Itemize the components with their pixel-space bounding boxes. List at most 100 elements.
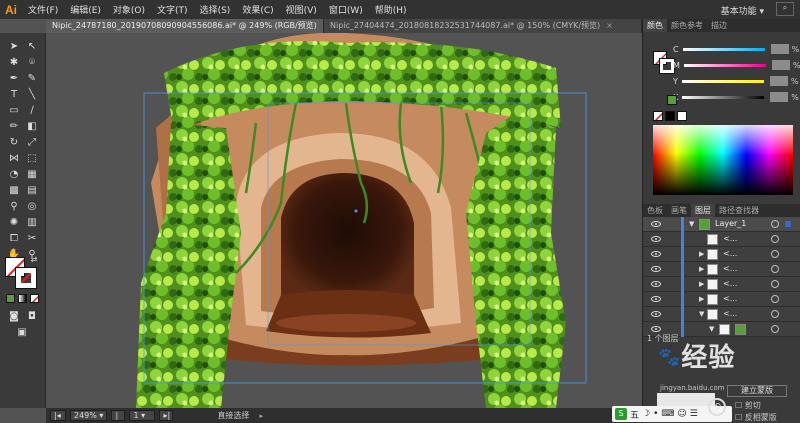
workspace-switcher[interactable]: 基本功能 ▾ <box>715 3 770 18</box>
selection-indicator[interactable] <box>785 221 791 227</box>
page-select[interactable]: 1 ▾ <box>129 410 156 421</box>
lasso-icon[interactable]: ⌾ <box>24 55 40 69</box>
sublayer-row[interactable]: ▶ <... <box>643 247 800 262</box>
target-circle-icon[interactable] <box>771 265 779 273</box>
tab-brushes[interactable]: 画笔 <box>667 204 691 217</box>
ime-mode-label[interactable]: 五 <box>630 408 639 421</box>
tab-swatches[interactable]: 色板 <box>643 204 667 217</box>
visibility-eye-icon[interactable] <box>651 221 661 227</box>
doc-tab-1[interactable]: Nipic_24787180_20190708090904556086.ai* … <box>46 19 324 33</box>
curvature-tool-icon[interactable]: ✎ <box>24 71 40 85</box>
expand-arrow-icon[interactable]: ▼ <box>699 310 704 318</box>
punctuation-icon[interactable]: • <box>653 409 658 419</box>
menu-view[interactable]: 视图(V) <box>280 3 323 16</box>
menu-window[interactable]: 窗口(W) <box>323 3 369 16</box>
history-icon[interactable]: ⟲ <box>708 398 726 416</box>
screen-mode-icon[interactable]: ▣ <box>14 325 30 339</box>
sublayer-name[interactable]: <... <box>723 264 737 273</box>
paintbrush-icon[interactable]: ∕ <box>24 103 40 117</box>
visibility-eye-icon[interactable] <box>651 296 661 302</box>
line-tool-icon[interactable]: ╲ <box>24 87 40 101</box>
visibility-eye-icon[interactable] <box>651 311 661 317</box>
layer-row[interactable]: ▼ Layer_1 <box>643 217 800 232</box>
tab-color[interactable]: 颜色 <box>643 19 667 32</box>
sublayer-name[interactable]: <... <box>723 279 737 288</box>
cyan-slider[interactable]: C % <box>673 43 799 55</box>
none-mode-button[interactable] <box>30 294 39 303</box>
swap-fill-stroke-icon[interactable]: ⇄ <box>26 252 42 266</box>
menu-edit[interactable]: 编辑(E) <box>64 3 107 16</box>
moon-icon[interactable]: ☽ <box>642 409 650 419</box>
sublayer-name[interactable]: <... <box>723 309 737 318</box>
next-page-icon[interactable]: ▸| <box>159 410 174 421</box>
menu-type[interactable]: 文字(T) <box>151 3 194 16</box>
visibility-eye-icon[interactable] <box>651 236 661 242</box>
stroke-swatch[interactable] <box>15 267 37 289</box>
sublayer-row[interactable]: ▶ <... <box>643 277 800 292</box>
width-tool-icon[interactable]: ⋈ <box>6 151 22 165</box>
sublayer-row[interactable]: ▼ <... <box>643 307 800 322</box>
rectangle-tool-icon[interactable]: ▭ <box>6 103 22 117</box>
invert-mask-checkbox[interactable]: ☐ 反相蒙版 <box>735 412 777 423</box>
layer-name[interactable]: Layer_1 <box>715 219 746 228</box>
visibility-eye-icon[interactable] <box>651 251 661 257</box>
free-transform-icon[interactable]: ⬚ <box>24 151 40 165</box>
eraser-tool-icon[interactable]: ◧ <box>24 119 40 133</box>
visibility-eye-icon[interactable] <box>651 266 661 272</box>
sublayer-row[interactable]: <... <box>643 232 800 247</box>
menu-help[interactable]: 帮助(H) <box>369 3 413 16</box>
menu-select[interactable]: 选择(S) <box>194 3 237 16</box>
menu-icon[interactable]: ☰ <box>690 409 698 419</box>
yellow-field[interactable] <box>769 76 788 86</box>
color-mode-button[interactable] <box>6 294 15 303</box>
type-tool-icon[interactable]: T <box>6 87 22 101</box>
magic-wand-icon[interactable]: ✱ <box>6 55 22 69</box>
pen-tool-icon[interactable]: ✒ <box>6 71 22 85</box>
direct-selection-tool-icon[interactable]: ↖ <box>24 39 40 53</box>
expand-arrow-icon[interactable]: ▶ <box>699 280 704 288</box>
symbol-sprayer-icon[interactable]: ✺ <box>6 215 22 229</box>
sublayer-row[interactable]: ▶ <... <box>643 262 800 277</box>
perspective-grid-icon[interactable]: ▦ <box>24 167 40 181</box>
yellow-track[interactable] <box>681 79 764 83</box>
panel-stroke-swatch[interactable] <box>659 58 675 74</box>
expand-arrow-icon[interactable]: ▼ <box>689 220 694 228</box>
sublayer-name[interactable]: <... <box>723 234 737 243</box>
cyan-field[interactable] <box>770 44 789 54</box>
menu-object[interactable]: 对象(O) <box>107 3 151 16</box>
gradient-tool-icon[interactable]: ▤ <box>24 183 40 197</box>
blend-tool-icon[interactable]: ◎ <box>24 199 40 213</box>
target-circle-icon[interactable] <box>771 310 779 318</box>
target-circle-icon[interactable] <box>771 235 779 243</box>
target-circle-icon[interactable] <box>771 295 779 303</box>
expand-arrow-icon[interactable]: ▶ <box>699 265 704 273</box>
sublayer-row[interactable]: ▶ <... <box>643 292 800 307</box>
magenta-track[interactable] <box>683 63 766 67</box>
magenta-field[interactable] <box>771 60 790 70</box>
scale-tool-icon[interactable]: ⤢ <box>24 135 40 149</box>
search-icon[interactable]: ⌕ <box>776 2 794 16</box>
first-page-icon[interactable]: |◂ <box>111 410 126 423</box>
menu-file[interactable]: 文件(F) <box>22 3 64 16</box>
doc-tab-2[interactable]: Nipic_27404474_20180818232531744087.ai* … <box>324 19 642 33</box>
keyboard-icon[interactable]: ⌨ <box>661 409 674 419</box>
sublayer-name[interactable]: <... <box>723 249 737 258</box>
target-circle-icon[interactable] <box>771 250 779 258</box>
zoom-select[interactable]: 249% ▾ <box>70 410 108 421</box>
slice-tool-icon[interactable]: ✂ <box>24 231 40 245</box>
mesh-tool-icon[interactable]: ▩ <box>6 183 22 197</box>
target-circle-icon[interactable] <box>771 220 779 228</box>
prev-artboard-icon[interactable]: |◂ <box>50 410 66 421</box>
expand-arrow-icon[interactable]: ▶ <box>699 250 704 258</box>
expand-arrow-icon[interactable]: ▶ <box>699 295 704 303</box>
target-circle-icon[interactable] <box>771 280 779 288</box>
draw-behind-icon[interactable]: ◘ <box>24 309 40 323</box>
close-icon[interactable]: × <box>606 21 613 30</box>
yellow-slider[interactable]: Y % <box>673 75 799 87</box>
white-swatch[interactable] <box>677 111 687 121</box>
eyedropper-icon[interactable]: ⚲ <box>6 199 22 213</box>
tab-stroke[interactable]: 描边 <box>707 19 731 32</box>
black-field[interactable] <box>770 92 789 102</box>
pencil-tool-icon[interactable]: ✏ <box>6 119 22 133</box>
gradient-mode-button[interactable] <box>18 294 27 303</box>
